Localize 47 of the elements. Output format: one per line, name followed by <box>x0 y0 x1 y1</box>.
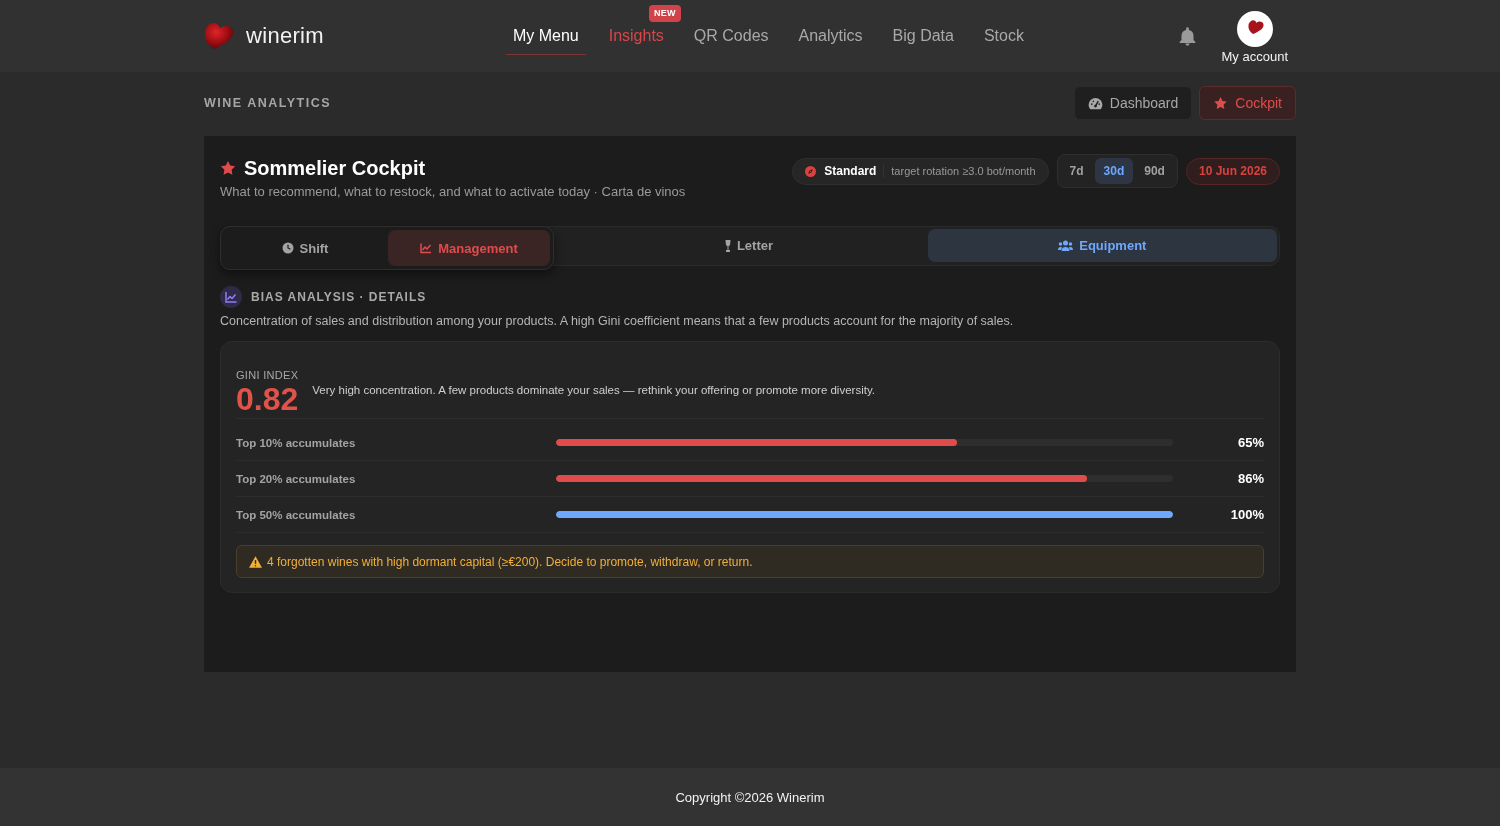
tab[interactable]: Equipment <box>927 229 1277 262</box>
view-button[interactable]: Dashboard <box>1073 86 1193 120</box>
row-value: 65% <box>1236 435 1264 450</box>
star-icon <box>1213 96 1229 110</box>
line-chart-icon <box>220 286 242 308</box>
plan-detail: target rotation ≥3.0 bot/month <box>890 165 1036 177</box>
nav-link[interactable]: Analytics <box>791 19 870 55</box>
page-subtitle: What to recommend, what to restock, and what to activate today · Carta de vinos <box>220 183 686 201</box>
clock-icon <box>281 242 294 254</box>
section-description: Concentration of sales and distribution among your products. A high Gini coefficient means that a few products account for the majority of sales. <box>220 313 1015 330</box>
row-label: Top 50% accumulates <box>236 508 357 521</box>
tab[interactable]: Shift <box>224 230 386 266</box>
nav-link[interactable]: Stock <box>976 19 1031 55</box>
plan-name: Standard <box>824 164 885 178</box>
account-label[interactable]: My account <box>1221 49 1288 64</box>
copyright-text: Copyright ©2026 Winerim <box>675 789 825 805</box>
nav-link[interactable]: My Menu <box>505 19 586 55</box>
tab[interactable]: Letter <box>574 229 924 262</box>
row-value: 100% <box>1229 507 1264 522</box>
gini-label: GINI INDEX <box>236 368 299 382</box>
alert-text: 4 forgotten wines with high dormant capital (≥€200). Decide to promote, withdraw, or return. <box>267 554 753 569</box>
view-button[interactable]: Cockpit <box>1199 86 1296 120</box>
section-label: WINE ANALYTICS <box>204 96 332 110</box>
section-title: BIAS ANALYSIS · DETAILS <box>251 290 427 304</box>
gini-value: 0.82 <box>236 382 299 416</box>
compass-icon <box>805 165 817 177</box>
period-option[interactable]: 90d <box>1135 158 1174 184</box>
wine-glass-icon <box>724 239 731 252</box>
period-option[interactable]: 7d <box>1060 158 1093 184</box>
period-option[interactable]: 30d <box>1094 158 1134 184</box>
tab[interactable]: Management <box>388 230 550 266</box>
nav-link[interactable]: QR Codes <box>686 19 776 55</box>
row-label: Top 20% accumulates <box>236 472 357 485</box>
avatar-icon[interactable] <box>1236 11 1273 47</box>
row-label: Top 10% accumulates <box>236 436 357 449</box>
warning-icon <box>249 555 262 568</box>
star-icon <box>220 160 236 176</box>
page-title: Sommelier Cockpit <box>244 156 426 181</box>
brand-name: winerim <box>246 23 324 49</box>
gini-comment: Very high concentration. A few products dominate your sales — rethink your offering or promote more diversity. <box>312 383 875 398</box>
row-value: 86% <box>1236 471 1264 486</box>
nav-link[interactable]: Big Data <box>885 19 961 55</box>
gauge-icon <box>1087 96 1103 110</box>
logo-icon <box>204 22 234 50</box>
bell-icon[interactable] <box>1178 26 1196 46</box>
new-badge: NEW <box>648 5 681 22</box>
date-pill[interactable]: 10 Jun 2026 <box>1185 157 1280 185</box>
